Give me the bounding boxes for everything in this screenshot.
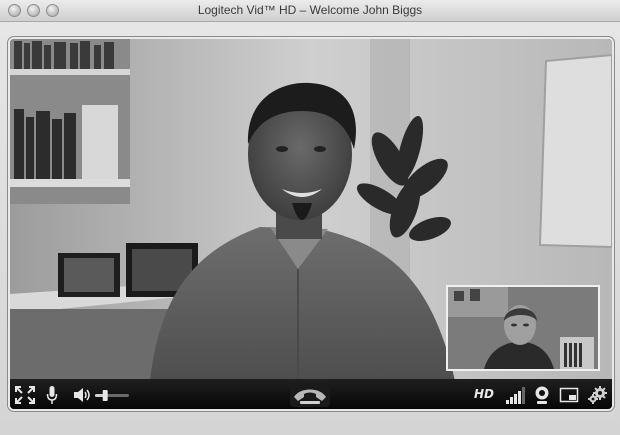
self-view-image xyxy=(448,287,598,369)
window-title: Logitech Vid™ HD – Welcome John Biggs xyxy=(197,3,423,17)
window-titlebar: Logitech Vid™ HD – Welcome John Biggs xyxy=(0,0,620,22)
microphone-icon[interactable] xyxy=(46,385,58,405)
volume-slider-knob[interactable] xyxy=(102,390,108,401)
hang-up-icon[interactable] xyxy=(290,383,330,407)
video-frame: HD xyxy=(8,37,614,411)
speaker-icon[interactable] xyxy=(72,385,92,405)
call-control-bar: HD xyxy=(10,379,612,409)
picture-in-picture-icon[interactable] xyxy=(559,385,579,405)
signal-strength-icon xyxy=(506,387,525,404)
volume-slider[interactable] xyxy=(94,385,130,405)
settings-gears-icon[interactable] xyxy=(586,385,608,405)
webcam-icon[interactable] xyxy=(533,385,551,405)
fullscreen-icon[interactable] xyxy=(14,385,36,405)
self-view-video[interactable] xyxy=(446,285,600,371)
hd-badge: HD xyxy=(474,387,495,401)
